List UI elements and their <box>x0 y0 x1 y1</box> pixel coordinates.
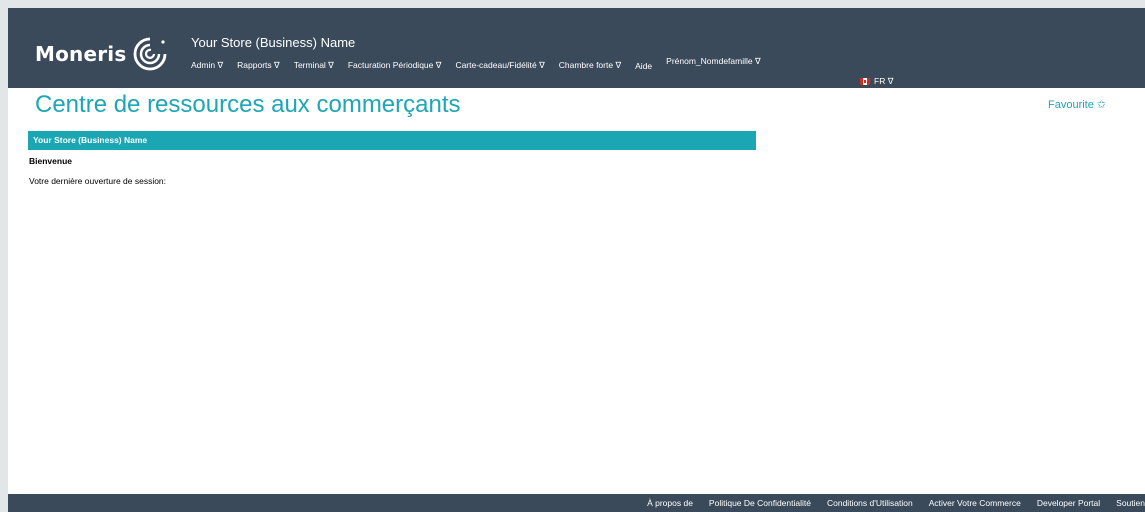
nav-rapports[interactable]: Rapports ∇ <box>237 60 280 71</box>
moneris-logo[interactable]: Moneris <box>35 34 170 74</box>
canada-flag-icon <box>860 78 870 85</box>
top-navigation-bar: Moneris Your Store (Business) Name Admin… <box>8 8 1145 88</box>
nav-aide[interactable]: Aide <box>635 61 652 71</box>
store-name-bar: Your Store (Business) Name <box>28 131 756 150</box>
footer-link-politique[interactable]: Politique De Confidentialité <box>709 498 811 508</box>
nav-chambre-forte[interactable]: Chambre forte ∇ <box>559 60 621 71</box>
nav-carte-cadeau-fidelite[interactable]: Carte-cadeau/Fidélité ∇ <box>455 60 544 71</box>
footer-bar: À propos de Politique De Confidentialité… <box>8 494 1145 512</box>
footer-links: À propos de Politique De Confidentialité… <box>631 498 1145 508</box>
nav-admin[interactable]: Admin ∇ <box>191 60 223 71</box>
footer-link-soutien[interactable]: Soutien <box>1116 498 1145 508</box>
nav-user-menu[interactable]: Prénom_Nomdefamille ∇ <box>666 56 761 67</box>
language-label: FR ∇ <box>874 76 894 86</box>
footer-link-a-propos[interactable]: À propos de <box>647 498 693 508</box>
store-bar-label: Your Store (Business) Name <box>33 135 148 145</box>
welcome-heading: Bienvenue <box>29 156 72 166</box>
footer-link-activer[interactable]: Activer Votre Commerce <box>929 498 1021 508</box>
last-login-text: Votre dernière ouverture de session: <box>29 176 167 186</box>
footer-link-developer-portal[interactable]: Developer Portal <box>1037 498 1100 508</box>
language-selector[interactable]: FR ∇ <box>860 76 893 87</box>
nav-facturation-periodique[interactable]: Facturation Périodique ∇ <box>348 60 442 71</box>
logo-text: Moneris <box>35 42 127 66</box>
main-nav: Admin ∇ Rapports ∇ Terminal ∇ Facturatio… <box>191 56 775 71</box>
nav-terminal[interactable]: Terminal ∇ <box>294 60 334 71</box>
footer-link-conditions[interactable]: Conditions d'Utilisation <box>827 498 913 508</box>
store-name-title: Your Store (Business) Name <box>191 35 356 50</box>
moneris-swirl-icon <box>134 37 167 71</box>
page-title: Centre de ressources aux commerçants <box>35 91 461 118</box>
favourite-link[interactable]: Favourite ✩ <box>1048 98 1106 111</box>
